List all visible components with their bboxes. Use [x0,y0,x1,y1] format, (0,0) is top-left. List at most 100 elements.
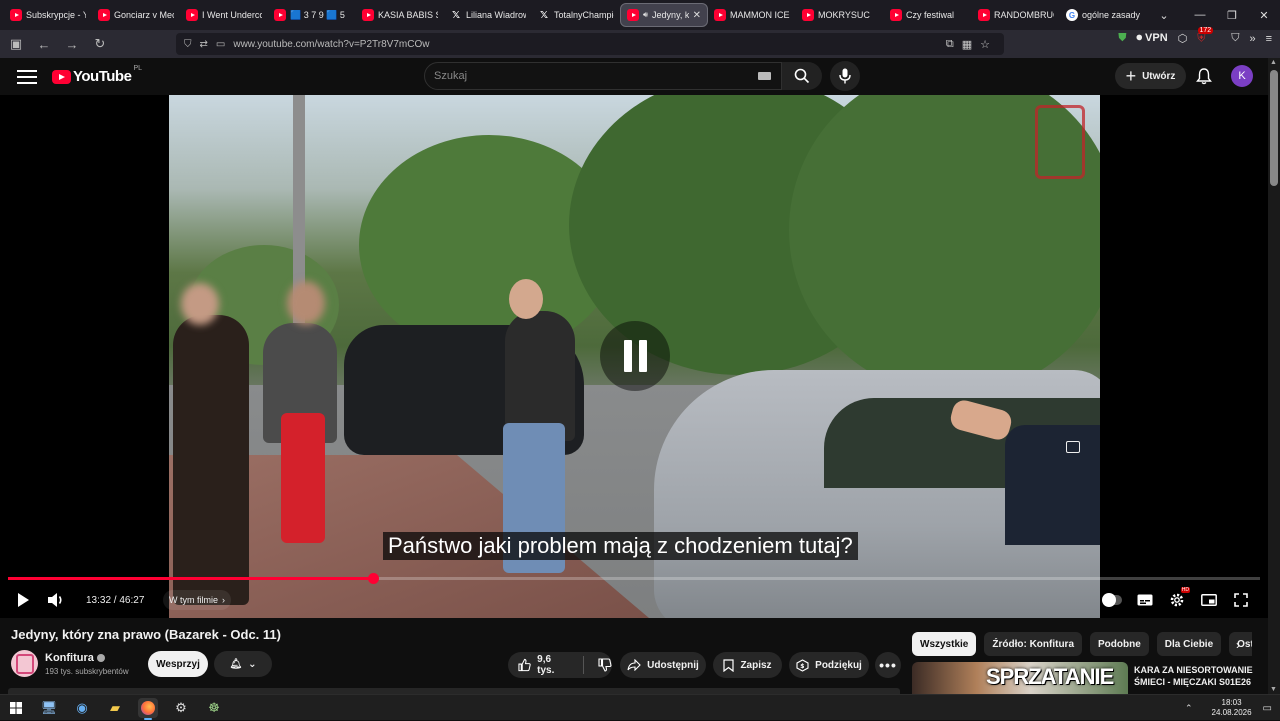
share-icon [627,659,641,671]
steam-icon[interactable]: ◉ [72,698,92,718]
support-label: Wesprzyj [156,658,200,670]
subscriber-count: 193 tys. subskrybentów [45,667,129,676]
browser-tab[interactable]: Subskrypcje - Yo [4,3,92,27]
scroll-down-icon[interactable]: ▼ [1270,686,1277,693]
channel-name-link[interactable]: Konfitura [45,652,105,664]
privacy-extension-icon[interactable]: ⛉ [1231,32,1239,45]
computer-icon[interactable]: 🖥︎ [39,698,59,718]
save-button[interactable]: Zapisz [713,652,782,678]
recommendation-title[interactable]: KARA ZA NIESORTOWANIE ŚMIECI - MIĘCZAKI … [1134,664,1258,688]
tray-overflow-icon[interactable]: ⌃ [1185,703,1193,714]
tab-active[interactable]: 🔊︎ Jedyny, k ✕ [620,3,708,27]
extension-shield-icon[interactable]: ⛊ [1118,32,1126,45]
firefox-icon[interactable] [138,698,158,720]
account-avatar[interactable]: K [1231,65,1253,87]
subtitles-button[interactable] [1136,591,1154,609]
browser-tab[interactable]: Gonciarz v Meci [92,3,180,27]
browser-tab[interactable]: MAMMON ICEB [708,3,796,27]
subscription-notifications-button[interactable]: 🔔︎ ⌄ [214,651,272,677]
progress-bar[interactable] [8,573,1260,584]
address-bar[interactable]: ⛉ ⇄ ▭ www.youtube.com/watch?v=P2Tr8V7mCO… [176,33,1004,55]
man-in-sunglasses [505,311,575,441]
chip-recently-uploaded[interactable]: Ostatnio przesłane [1229,632,1252,656]
restore-icon[interactable]: ❐ [1216,0,1248,30]
volume-button[interactable] [46,588,66,612]
chapters-button[interactable]: W tym filmie › [163,590,231,610]
chip-source-channel[interactable]: Źródło: Konfitura [984,632,1083,656]
voice-search-button[interactable] [830,61,860,91]
channel-avatar[interactable] [11,650,38,677]
pause-overlay-icon[interactable] [600,321,670,391]
chip-for-you[interactable]: Dla Ciebie [1156,632,1222,656]
scroll-up-icon[interactable]: ▲ [1270,59,1277,66]
like-button[interactable]: 9,6 tys. [518,654,569,676]
clock[interactable]: 18:03 24.08.2026 [1207,698,1257,718]
channel-watermark-logo[interactable] [1035,105,1085,179]
site-info-icon[interactable]: ▭ [216,39,225,50]
youtube-logo[interactable]: YouTube PL [52,65,142,85]
tab-audio-icon[interactable]: 🔊︎ [643,10,648,20]
settings-gear-icon[interactable]: ⚙ [171,698,191,718]
sidebar-toggle-icon[interactable]: ▣ [4,32,28,56]
browser-tab[interactable]: 𝕏 Liliana Wiadrow [444,3,532,27]
vpn-button[interactable]: ⏺ VPN [1136,32,1167,45]
search-input[interactable]: Szukaj [424,62,782,90]
tab-close-icon[interactable]: ✕ [693,10,701,21]
permissions-icon[interactable]: ⇄ [200,39,208,50]
keyboard-icon[interactable] [758,72,771,80]
share-button[interactable]: Udostępnij [620,652,706,678]
browser-tab[interactable]: MOKRYSUC [796,3,884,27]
autoplay-toggle[interactable] [1102,591,1122,609]
bald-head [509,279,543,319]
page-scrollbar[interactable]: ▲ ▼ [1268,58,1280,694]
notification-center-icon[interactable]: ▭ [1263,703,1272,714]
windows-start-icon[interactable] [6,698,26,718]
chip-all[interactable]: Wszystkie [912,632,977,656]
thanks-button[interactable]: $ Podziękuj [789,652,869,678]
browser-tab[interactable]: I Went Undercov [180,3,268,27]
video-player[interactable]: Państwo jaki problem mają z chodzeniem t… [0,95,1268,618]
network-app-icon[interactable]: ☸ [204,698,224,718]
settings-button[interactable]: HD [1168,587,1190,609]
x-favicon-icon: 𝕏 [451,9,461,21]
app-menu-icon[interactable]: ≡ [1266,33,1272,45]
list-all-tabs-icon[interactable]: ⌄ [1154,5,1174,25]
ublock-icon[interactable]: ⛨172 [1197,27,1221,46]
close-window-icon[interactable]: ✕ [1248,0,1280,30]
chevron-right-icon[interactable]: › [1236,638,1240,652]
browser-tab[interactable]: 𝕏 TotalnyChampio [532,3,620,27]
back-icon[interactable]: ← [32,32,56,56]
more-tools-icon[interactable]: » [1249,33,1255,45]
bookmark-star-icon[interactable]: ☆ [980,38,990,51]
shield-icon[interactable]: ⛉ [184,39,192,50]
fullscreen-button[interactable] [1232,591,1250,609]
hamburger-menu-icon[interactable] [17,69,37,84]
pip-icon[interactable]: ⧉ [946,38,954,51]
forward-icon[interactable]: → [60,32,84,56]
create-button[interactable]: + Utwórz [1115,63,1186,89]
chapters-label: W tym filmie [169,595,218,605]
browser-tab[interactable]: RANDOMBRUCE [972,3,1060,27]
browser-tab[interactable]: KASIA BABIS SZ [356,3,444,27]
chip-related[interactable]: Podobne [1090,632,1149,656]
notifications-bell-icon[interactable] [1193,65,1215,87]
browser-tab[interactable]: Czy festiwal [884,3,972,27]
miniplayer-hint-icon[interactable] [1066,441,1080,453]
miniplayer-button[interactable] [1200,591,1218,609]
extensions-icon[interactable]: ⬡ [1178,32,1188,45]
dislike-button[interactable] [598,658,612,672]
scrubber-handle[interactable] [367,573,379,584]
recommendation-thumbnail[interactable]: SPRZATANIE [912,662,1128,694]
browser-tab[interactable]: Gogólne zasady w [1060,3,1148,27]
browser-tab[interactable]: 🟦 3 7 9 🟦 5 [268,3,356,27]
file-explorer-icon[interactable]: ▰ [105,698,125,718]
reload-icon[interactable]: ↻ [88,32,112,56]
minimize-icon[interactable]: — [1184,0,1216,30]
play-button[interactable] [14,592,30,608]
screenshot-icon[interactable]: ▦ [962,38,972,51]
scrollbar-thumb[interactable] [1270,70,1278,186]
search-button[interactable] [782,62,822,90]
more-actions-button[interactable]: ••• [875,652,901,678]
support-button[interactable]: Wesprzyj [148,651,208,677]
youtube-favicon-icon [890,9,902,21]
